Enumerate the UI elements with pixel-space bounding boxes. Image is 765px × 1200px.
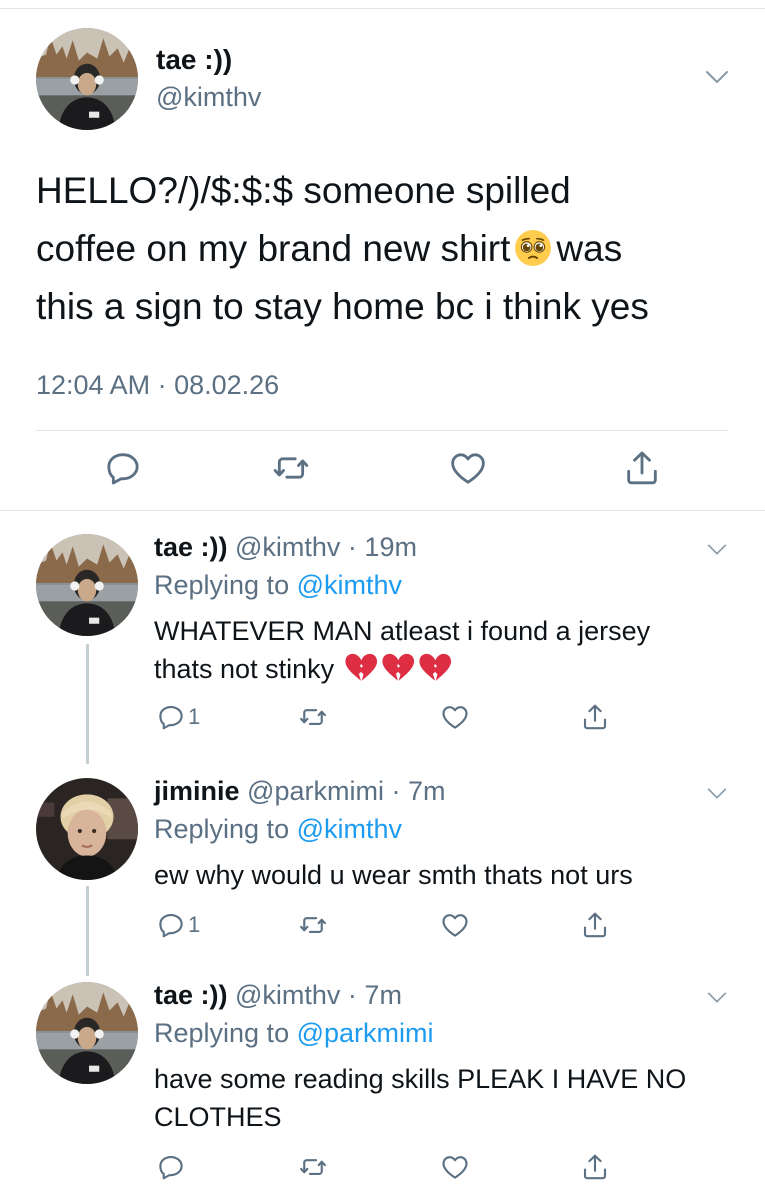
speech-bubble-icon <box>103 448 143 488</box>
main-tweet: tae :)) @kimthv HELLO?/)/$:$:$ someone s… <box>0 0 765 512</box>
reply-tweet: tae :)) @kimthv · 7m Replying to @parkmi… <box>0 962 765 1200</box>
tweet-text-line: this a sign to stay home bc i think yes <box>36 286 649 327</box>
chevron-down-icon[interactable] <box>706 990 728 1005</box>
share-icon <box>580 702 610 732</box>
action-bar <box>154 1152 624 1186</box>
display-name[interactable]: tae :)) <box>156 44 232 76</box>
reply-text-line: have some reading skills PLEAK I HAVE NO <box>154 1064 687 1094</box>
share-button[interactable] <box>580 910 610 940</box>
reply-count: 1 <box>188 912 201 937</box>
reply-count: 1 <box>188 704 201 729</box>
username[interactable]: @kimthv <box>156 82 261 113</box>
reply-button[interactable] <box>156 1152 186 1182</box>
replying-to: Replying to @kimthv <box>154 814 402 845</box>
retweet-button[interactable] <box>271 448 311 488</box>
reply-text-line: WHATEVER MAN atleast i found a jersey <box>154 616 651 646</box>
heart-icon <box>440 702 470 732</box>
chevron-down-icon[interactable] <box>704 68 730 86</box>
tweet-timestamp[interactable]: 12:04 AM · 08.02.26 <box>36 370 279 401</box>
speech-bubble-icon <box>156 910 186 940</box>
display-name[interactable]: jiminie <box>154 776 240 806</box>
retweet-icon <box>298 702 328 732</box>
broken-heart-emoji-icon <box>381 651 415 685</box>
share-icon <box>580 910 610 940</box>
mention-link[interactable]: @parkmimi <box>297 1018 434 1048</box>
retweet-icon <box>298 1152 328 1182</box>
like-button[interactable] <box>440 702 470 732</box>
reply-text-segment: thats not stinky <box>154 654 335 684</box>
username-time[interactable]: @kimthv · 19m <box>235 532 417 562</box>
tweet-text-segment: coffee on my brand new shirt <box>36 228 511 269</box>
broken-heart-emoji-icon <box>344 651 378 685</box>
mention-link[interactable]: @kimthv <box>297 570 402 600</box>
mention-link[interactable]: @kimthv <box>297 814 402 844</box>
action-bar: 1 <box>154 702 624 736</box>
avatar[interactable] <box>36 778 138 880</box>
replying-to: Replying to @kimthv <box>154 570 402 601</box>
display-name[interactable]: tae :)) <box>154 980 228 1010</box>
like-button[interactable] <box>440 910 470 940</box>
speech-bubble-icon <box>156 1152 186 1182</box>
username-time[interactable]: @parkmimi · 7m <box>247 776 445 806</box>
like-button[interactable] <box>448 448 488 488</box>
share-button[interactable] <box>622 448 662 488</box>
username-time[interactable]: @kimthv · 7m <box>235 980 402 1010</box>
reply-text: WHATEVER MAN atleast i found a jersey th… <box>154 612 744 688</box>
tweet-text-line: HELLO?/)/$:$:$ someone spilled <box>36 170 571 211</box>
heart-icon <box>440 910 470 940</box>
heart-icon <box>440 1152 470 1182</box>
broken-heart-emoji-icon <box>418 651 452 685</box>
divider <box>0 510 765 511</box>
tweet-text-line: coffee on my brand new shirt was <box>36 220 726 278</box>
reply-text: ew why would u wear smth thats not urs <box>154 856 744 894</box>
share-icon <box>622 448 662 488</box>
speech-bubble-icon <box>156 702 186 732</box>
action-bar: 1 <box>154 910 624 944</box>
chevron-down-icon[interactable] <box>706 542 728 557</box>
share-icon <box>580 1152 610 1182</box>
retweet-icon <box>271 448 311 488</box>
avatar[interactable] <box>36 982 138 1084</box>
reply-text-line: CLOTHES <box>154 1102 282 1132</box>
display-name[interactable]: tae :)) <box>154 532 228 562</box>
share-button[interactable] <box>580 702 610 732</box>
reply-text-line: ew why would u wear smth thats not urs <box>154 860 633 890</box>
retweet-button[interactable] <box>298 702 328 732</box>
reply-button[interactable]: 1 <box>156 702 200 732</box>
chevron-down-icon[interactable] <box>706 786 728 801</box>
retweet-icon <box>298 910 328 940</box>
reply-header: tae :)) @kimthv · 7m <box>154 980 402 1011</box>
avatar[interactable] <box>36 534 138 636</box>
avatar[interactable] <box>36 28 138 130</box>
tweet-text: HELLO?/)/$:$:$ someone spilled coffee on… <box>36 162 726 336</box>
retweet-button[interactable] <box>298 1152 328 1182</box>
replying-to-label: Replying to <box>154 570 290 600</box>
share-button[interactable] <box>580 1152 610 1182</box>
retweet-button[interactable] <box>298 910 328 940</box>
replying-to-label: Replying to <box>154 1018 290 1048</box>
reply-tweet: jiminie @parkmimi · 7m Replying to @kimt… <box>0 758 765 968</box>
reply-text: have some reading skills PLEAK I HAVE NO… <box>154 1060 744 1136</box>
reply-header: jiminie @parkmimi · 7m <box>154 776 445 807</box>
reply-button[interactable] <box>103 448 143 488</box>
reply-tweet: tae :)) @kimthv · 19m Replying to @kimth… <box>0 514 765 764</box>
like-button[interactable] <box>440 1152 470 1182</box>
tweet-text-segment: was <box>556 228 623 269</box>
pleading-face-emoji-icon <box>514 229 552 267</box>
replying-to-label: Replying to <box>154 814 290 844</box>
reply-button[interactable]: 1 <box>156 910 200 940</box>
action-bar <box>0 448 765 494</box>
reply-text-line: thats not stinky <box>154 650 744 688</box>
divider <box>36 430 728 431</box>
reply-header: tae :)) @kimthv · 19m <box>154 532 417 563</box>
replying-to: Replying to @parkmimi <box>154 1018 434 1049</box>
heart-icon <box>448 448 488 488</box>
